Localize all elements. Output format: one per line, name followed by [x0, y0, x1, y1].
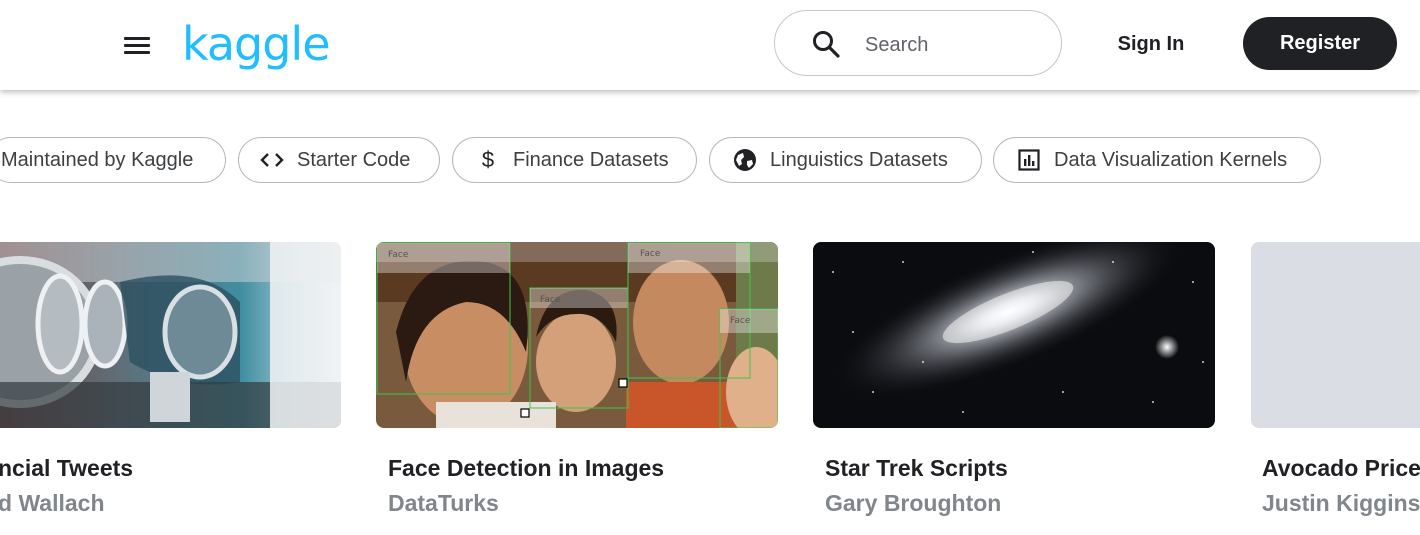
- sign-in-button[interactable]: Sign In: [1100, 27, 1202, 61]
- globe-icon: [732, 147, 758, 173]
- dataset-thumbnail: Face Face Face Face: [376, 242, 778, 428]
- chip-label: Finance Datasets: [513, 148, 669, 171]
- chip-finance-datasets[interactable]: $ Finance Datasets: [452, 137, 697, 183]
- chip-label: Data Visualization Kernels: [1054, 148, 1288, 171]
- search-input[interactable]: [863, 29, 1047, 61]
- kaggle-logo[interactable]: kaggle: [182, 16, 330, 72]
- face-annotation-label: Face: [388, 250, 409, 260]
- dataset-owner: Gary Broughton: [825, 490, 1002, 516]
- dataset-title: Avocado Price: [1262, 455, 1420, 481]
- chip-maintained-by-kaggle[interactable]: Maintained by Kaggle: [0, 137, 226, 183]
- dataset-title: ncial Tweets: [0, 455, 134, 481]
- chip-label: Maintained by Kaggle: [1, 148, 194, 171]
- search-icon: [813, 31, 840, 58]
- dataset-owner: d Wallach: [0, 490, 105, 516]
- menu-icon[interactable]: [122, 34, 152, 58]
- search-box[interactable]: [774, 10, 1062, 76]
- chip-starter-code[interactable]: Starter Code: [238, 137, 440, 183]
- dollar-icon: $: [481, 147, 495, 172]
- chip-data-visualization-kernels[interactable]: Data Visualization Kernels: [993, 137, 1321, 183]
- dataset-thumbnail: [813, 242, 1215, 428]
- face-annotation-label: Face: [730, 316, 751, 326]
- code-icon: [259, 147, 285, 173]
- face-annotation-label: Face: [640, 249, 661, 259]
- dataset-thumbnail: [0, 242, 341, 428]
- chip-label: Starter Code: [297, 148, 411, 171]
- dataset-title: Face Detection in Images: [388, 455, 665, 481]
- face-annotation-label: Face: [540, 295, 561, 305]
- dataset-owner: DataTurks: [388, 490, 499, 516]
- dataset-owner: Justin Kiggins: [1262, 490, 1420, 516]
- top-header: kaggle Sign In Register: [0, 0, 1420, 90]
- register-button[interactable]: Register: [1243, 17, 1397, 70]
- chip-linguistics-datasets[interactable]: Linguistics Datasets: [709, 137, 982, 183]
- bar-chart-icon: [1016, 147, 1042, 173]
- dataset-title: Star Trek Scripts: [825, 455, 1008, 481]
- dataset-thumbnail: [1251, 242, 1420, 428]
- chip-label: Linguistics Datasets: [770, 148, 948, 171]
